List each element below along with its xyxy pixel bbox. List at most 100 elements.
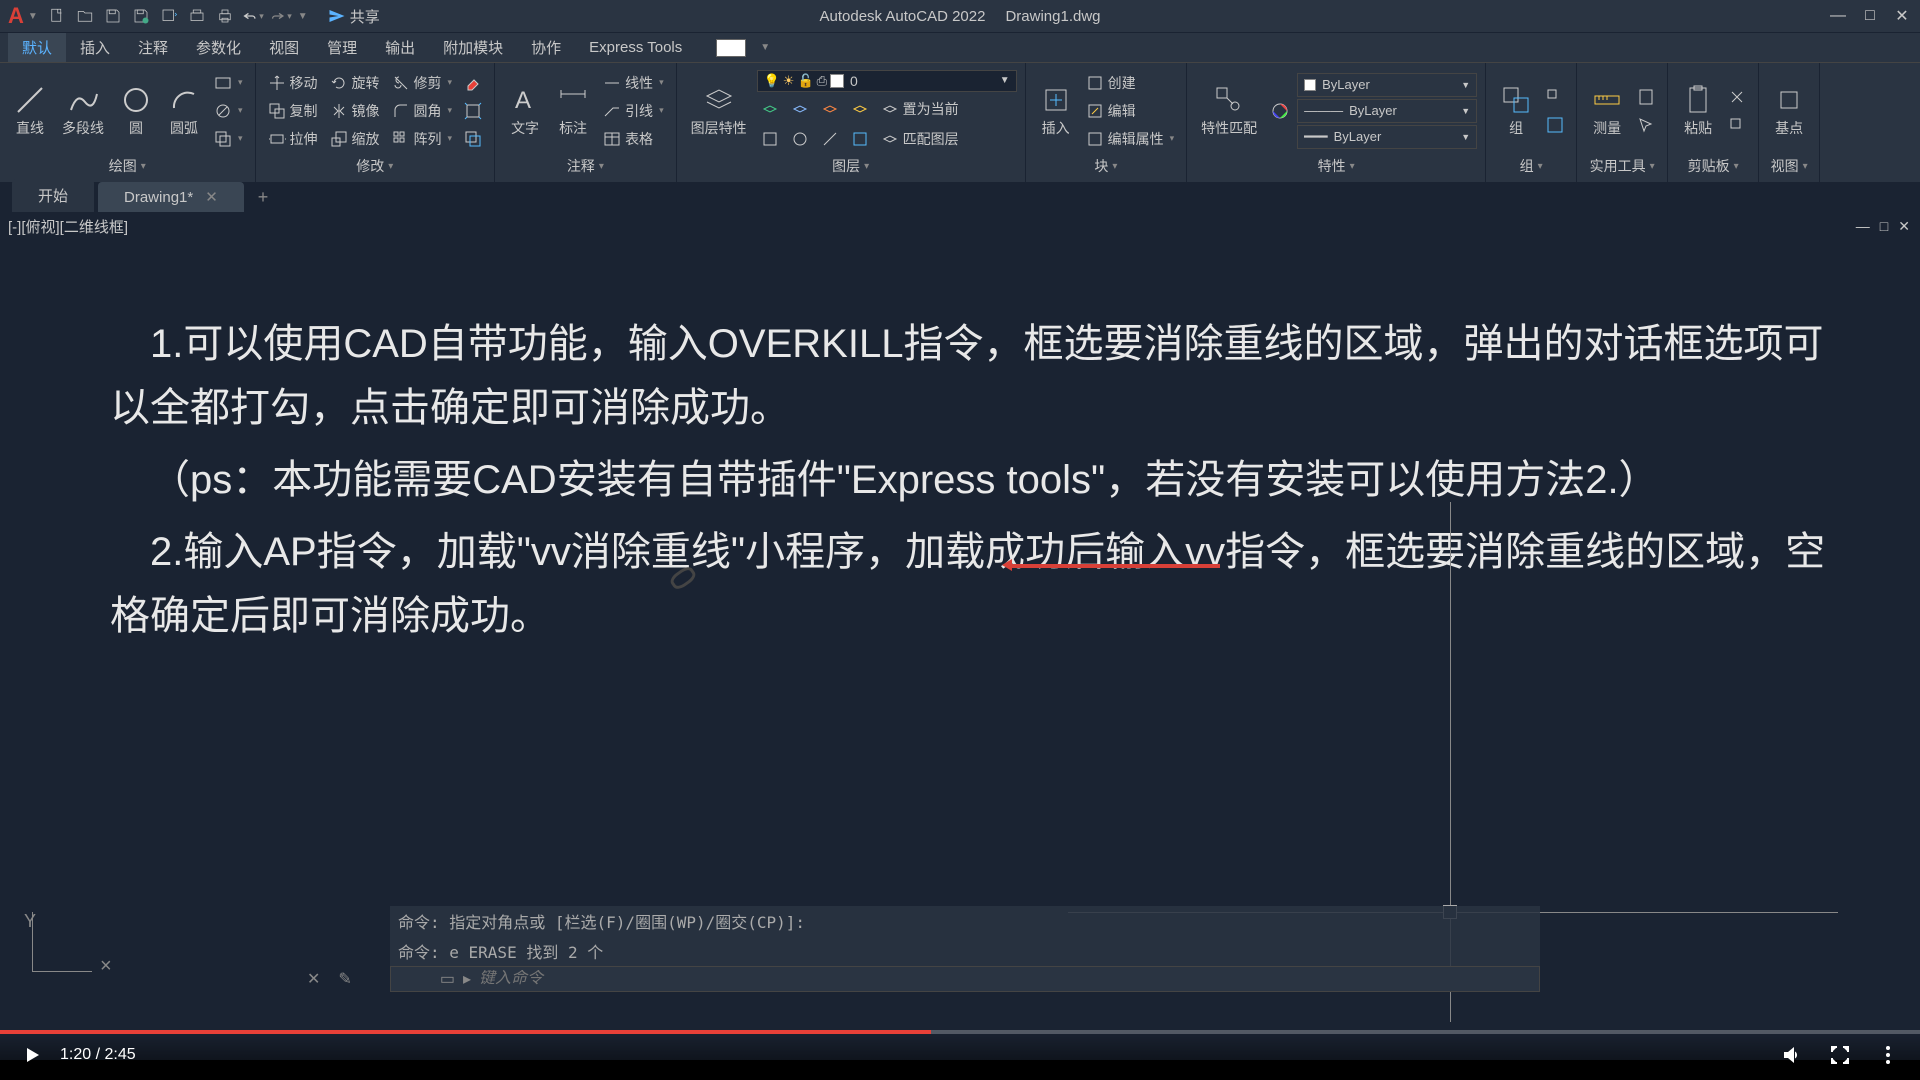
color-wheel-icon[interactable] [1267,98,1293,124]
dimension-button[interactable]: 标注 [551,82,595,140]
basepoint-button[interactable]: 基点 [1767,82,1811,140]
tab-addins[interactable]: 附加模块 [429,33,517,62]
drawing-viewport[interactable]: [-][俯视][二维线框] — □ ✕ 1.可以使用CAD自带功能，输入OVER… [0,212,1920,1002]
fillet-button[interactable]: 圆角 [388,98,457,124]
line-button[interactable]: 直线 [8,82,52,140]
panel-clip-label[interactable]: 剪贴板 [1676,154,1750,178]
redo-icon[interactable] [270,5,292,27]
command-input[interactable] [479,970,1533,988]
arc-button[interactable]: 圆弧 [162,82,206,140]
erase-icon[interactable] [460,70,486,96]
close-button[interactable]: ✕ [1892,6,1912,26]
circle-button[interactable]: 圆 [114,82,158,140]
linetype-selector[interactable]: ━━━ByLayer▼ [1297,125,1477,149]
maximize-button[interactable]: □ [1860,6,1880,26]
leader-button[interactable]: 引线 [599,98,668,124]
insert-block-button[interactable]: 插入 [1034,82,1078,140]
move-button[interactable]: 移动 [264,70,322,96]
add-tab-button[interactable]: + [248,183,279,212]
group-button[interactable]: 组 [1494,82,1538,140]
web-icon[interactable] [158,5,180,27]
plot-icon[interactable] [186,5,208,27]
calc-icon[interactable] [1633,84,1659,110]
tab-appearance[interactable] [716,39,746,57]
layer-off-icon[interactable] [817,96,843,122]
polyline-button[interactable]: 多段线 [56,82,110,140]
layer-c-icon[interactable] [817,126,843,152]
rectangle-button[interactable] [210,70,247,96]
copy-clip-icon[interactable] [1724,112,1750,138]
edit-attr-button[interactable]: 编辑属性 [1082,126,1179,152]
panel-block-label[interactable]: 块 [1034,154,1179,178]
tab-output[interactable]: 输出 [371,33,429,62]
text-button[interactable]: A文字 [503,82,547,140]
tab-default[interactable]: 默认 [8,33,66,62]
set-current-layer[interactable]: 置为当前 [877,96,963,122]
panel-layers-label[interactable]: 图层 [685,154,1017,178]
open-icon[interactable] [74,5,96,27]
panel-group-label[interactable]: 组 [1494,154,1568,178]
vp-minimize-icon[interactable]: — [1856,218,1870,235]
qat-dropdown[interactable]: ▼ [298,11,308,22]
tab-drawing1[interactable]: Drawing1*✕ [98,182,244,212]
copy-button[interactable]: 复制 [264,98,322,124]
layer-d-icon[interactable] [847,126,873,152]
tab-parametric[interactable]: 参数化 [182,33,255,62]
tab-insert[interactable]: 插入 [66,33,124,62]
layer-freeze-icon[interactable] [787,96,813,122]
group-edit-icon[interactable] [1542,112,1568,138]
panel-view-label[interactable]: 视图 [1767,154,1811,178]
scale-button[interactable]: 缩放 [326,126,384,152]
minimize-button[interactable]: — [1828,6,1848,26]
explode-icon[interactable] [460,98,486,124]
tab-view[interactable]: 视图 [255,33,313,62]
select-icon[interactable] [1633,112,1659,138]
region-button[interactable] [210,126,247,152]
saveas-icon[interactable] [130,5,152,27]
app-menu-dropdown[interactable]: ▼ [28,11,38,22]
paste-button[interactable]: 粘贴 [1676,82,1720,140]
trim-button[interactable]: 修剪 [388,70,457,96]
tab-manage[interactable]: 管理 [313,33,371,62]
mirror-button[interactable]: 镜像 [326,98,384,124]
table-button[interactable]: 表格 [599,126,668,152]
match-props-button[interactable]: 特性匹配 [1195,82,1263,140]
save-icon[interactable] [102,5,124,27]
offset-icon[interactable] [460,126,486,152]
ungroup-icon[interactable] [1542,84,1568,110]
panel-util-label[interactable]: 实用工具 [1585,154,1659,178]
panel-annot-label[interactable]: 注释 [503,154,668,178]
layer-a-icon[interactable] [757,126,783,152]
more-button[interactable] [1876,1043,1900,1067]
cut-icon[interactable] [1724,84,1750,110]
play-button[interactable] [20,1043,44,1067]
layer-lock-icon[interactable] [847,96,873,122]
hatch-button[interactable] [210,98,247,124]
linear-dim-button[interactable]: 线性 [599,70,668,96]
tab-start[interactable]: 开始 [12,179,94,212]
create-block-button[interactable]: 创建 [1082,70,1179,96]
app-logo[interactable]: A [8,3,24,29]
rotate-button[interactable]: 旋转 [326,70,384,96]
array-button[interactable]: 阵列 [388,126,457,152]
cmd-close-icon[interactable]: ✕ [307,969,320,989]
panel-modify-label[interactable]: 修改 [264,154,487,178]
print-icon[interactable] [214,5,236,27]
layer-selector[interactable]: 💡 ☀ 🔓 ⎙ 0 ▼ [757,70,1017,92]
command-input-bar[interactable]: ✕ ✎ ▭ ▸ [390,966,1540,992]
tab-collaborate[interactable]: 协作 [517,33,575,62]
layer-b-icon[interactable] [787,126,813,152]
lineweight-selector[interactable]: ———ByLayer▼ [1297,99,1477,123]
new-icon[interactable] [46,5,68,27]
vp-close-icon[interactable]: ✕ [1898,218,1910,235]
layer-iso-icon[interactable] [757,96,783,122]
viewport-label[interactable]: [-][俯视][二维线框] [8,216,128,237]
measure-button[interactable]: 测量 [1585,82,1629,140]
undo-icon[interactable] [242,5,264,27]
video-progress-bar[interactable] [0,1030,1920,1034]
stretch-button[interactable]: 拉伸 [264,126,322,152]
color-selector[interactable]: ByLayer▼ [1297,73,1477,97]
tab-annotate[interactable]: 注释 [124,33,182,62]
match-layer-button[interactable]: 匹配图层 [877,126,963,152]
edit-block-button[interactable]: 编辑 [1082,98,1179,124]
